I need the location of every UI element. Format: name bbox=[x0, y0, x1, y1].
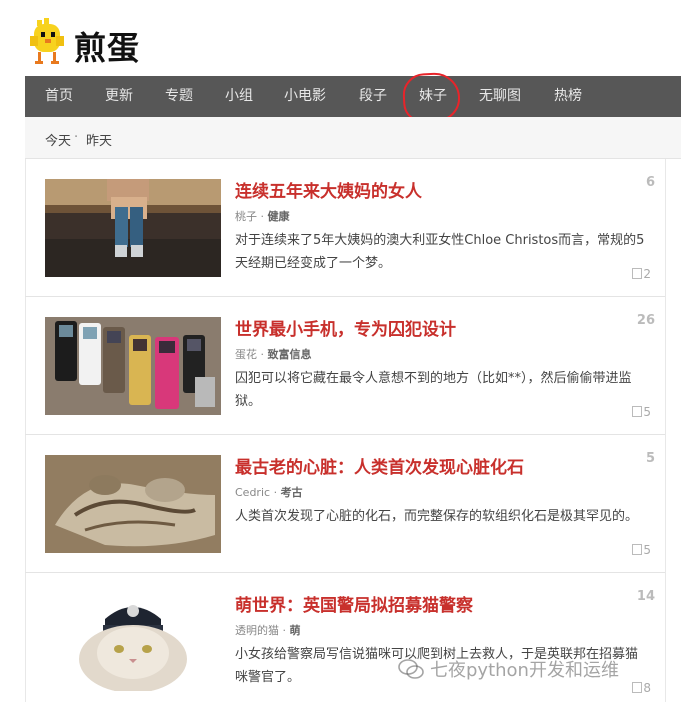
nav-item-hot-list[interactable]: 热榜 bbox=[554, 76, 582, 117]
post-author[interactable]: 透明的猫 bbox=[235, 624, 279, 637]
post-title[interactable]: 世界最小手机，专为囚犯设计 bbox=[235, 315, 456, 340]
comment-count-value: 5 bbox=[643, 405, 651, 419]
nav-item-groups[interactable]: 小组 bbox=[225, 76, 253, 117]
post-excerpt: 人类首次发现了心脏的化石，而完整保存的软组织化石是极其罕见的。 bbox=[235, 509, 639, 524]
site-logo-text[interactable]: 煎蛋 bbox=[74, 28, 140, 68]
post-excerpt: 对于连续来了5年大姨妈的澳大利亚女性Chloe Christos而言，常规的5天… bbox=[235, 233, 645, 271]
post-category[interactable]: 健康 bbox=[268, 210, 290, 223]
post-meta: Cedric · 考古 bbox=[235, 484, 303, 500]
comment-icon bbox=[632, 682, 643, 693]
post-title[interactable]: 最古老的心脏：人类首次发现心脏化石 bbox=[235, 453, 524, 478]
nav-item-home[interactable]: 首页 bbox=[45, 76, 73, 117]
yesterday-link[interactable]: 昨天 bbox=[86, 130, 112, 149]
comment-icon bbox=[632, 268, 643, 279]
meta-separator: · bbox=[282, 624, 287, 637]
post-thumbnail[interactable] bbox=[45, 179, 221, 277]
post-item: 世界最小手机，专为囚犯设计 蛋花 · 致富信息 囚犯可以将它藏在最令人意想不到的… bbox=[25, 297, 665, 435]
post-meta: 透明的猫 · 萌 bbox=[235, 622, 301, 638]
chick-logo-icon[interactable] bbox=[24, 18, 70, 68]
meta-separator: · bbox=[260, 348, 265, 361]
post-view-count: 14 bbox=[636, 589, 655, 604]
nav-item-topics[interactable]: 专题 bbox=[165, 76, 193, 117]
divider bbox=[665, 159, 666, 702]
comment-icon bbox=[632, 406, 643, 417]
nav-item-short-videos[interactable]: 小电影 bbox=[284, 76, 326, 117]
date-separator: · bbox=[74, 130, 79, 145]
post-item: 萌世界：英国警局拟招募猫警察 透明的猫 · 萌 小女孩给警察局写信说猫咪可以爬到… bbox=[25, 573, 665, 711]
post-view-count: 5 bbox=[645, 451, 655, 466]
comment-icon bbox=[632, 544, 643, 555]
red-circle-annotation bbox=[401, 71, 462, 124]
post-view-count: 26 bbox=[636, 313, 655, 328]
post-thumbnail[interactable] bbox=[45, 593, 221, 691]
post-item: 最古老的心脏：人类首次发现心脏化石 Cedric · 考古 人类首次发现了心脏的… bbox=[25, 435, 665, 573]
post-category[interactable]: 致富信息 bbox=[268, 348, 312, 361]
post-category[interactable]: 萌 bbox=[290, 624, 301, 637]
post-comment-count[interactable]: 8 bbox=[632, 681, 651, 695]
wechat-icon bbox=[398, 659, 424, 679]
post-category[interactable]: 考古 bbox=[281, 486, 303, 499]
post-thumbnail[interactable] bbox=[45, 317, 221, 415]
post-title[interactable]: 连续五年来大姨妈的女人 bbox=[235, 177, 422, 202]
post-excerpt: 囚犯可以将它藏在最令人意想不到的地方（比如**），然后偷偷带进监狱。 bbox=[235, 371, 632, 409]
nav-item-updates[interactable]: 更新 bbox=[105, 76, 133, 117]
post-meta: 桃子 · 健康 bbox=[235, 208, 290, 224]
today-link[interactable]: 今天 bbox=[45, 130, 71, 149]
watermark-text: 七夜python开发和运维 bbox=[430, 660, 619, 681]
post-item: 连续五年来大姨妈的女人 桃子 · 健康 对于连续来了5年大姨妈的澳大利亚女性Ch… bbox=[25, 159, 665, 297]
date-filter-bar: 今天 · 昨天 bbox=[25, 117, 681, 159]
post-comment-count[interactable]: 5 bbox=[632, 405, 651, 419]
post-comment-count[interactable]: 5 bbox=[632, 543, 651, 557]
comment-count-value: 2 bbox=[643, 267, 651, 281]
post-title[interactable]: 萌世界：英国警局拟招募猫警察 bbox=[235, 591, 473, 616]
watermark: 七夜python开发和运维 bbox=[398, 656, 619, 682]
post-comment-count[interactable]: 2 bbox=[632, 267, 651, 281]
post-view-count: 6 bbox=[645, 175, 655, 190]
comment-count-value: 5 bbox=[643, 543, 651, 557]
comment-count-value: 8 bbox=[643, 681, 651, 695]
meta-separator: · bbox=[260, 210, 265, 223]
post-meta: 蛋花 · 致富信息 bbox=[235, 346, 312, 362]
post-author[interactable]: 蛋花 bbox=[235, 348, 257, 361]
nav-item-boring-pics[interactable]: 无聊图 bbox=[479, 76, 521, 117]
post-author[interactable]: 桃子 bbox=[235, 210, 257, 223]
post-thumbnail[interactable] bbox=[45, 455, 221, 553]
main-nav: 首页 更新 专题 小组 小电影 段子 妹子 无聊图 热榜 bbox=[25, 76, 681, 117]
meta-separator: · bbox=[273, 486, 278, 499]
post-author[interactable]: Cedric bbox=[235, 486, 270, 499]
nav-item-jokes[interactable]: 段子 bbox=[359, 76, 387, 117]
site-header: 煎蛋 bbox=[0, 0, 681, 76]
